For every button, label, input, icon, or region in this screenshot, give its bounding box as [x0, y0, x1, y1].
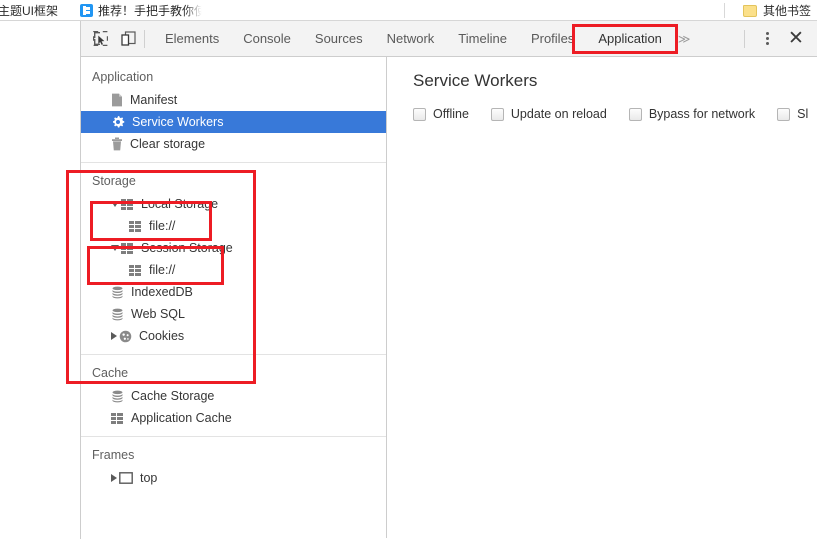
other-bookmarks-button[interactable]: 其他书签: [733, 0, 811, 21]
devtools-window: Elements Console Sources Network Timelin…: [80, 21, 817, 539]
close-icon[interactable]: ✕: [783, 26, 809, 52]
grid-icon: [121, 242, 134, 254]
database-icon: [111, 308, 124, 321]
sidebar-section-title-application: Application: [92, 70, 154, 84]
chevron-down-icon[interactable]: [111, 245, 119, 251]
sidebar-item-session-storage[interactable]: Session Storage: [81, 237, 386, 259]
browser-bookmarks-bar: 主题UI框架 推荐！手把手教你使 其他书签: [0, 0, 817, 21]
sidebar-item-label: Manifest: [130, 93, 178, 107]
option-label: Bypass for network: [648, 107, 756, 121]
option-label: Update on reload: [510, 107, 607, 121]
toolbar-icon-group: [81, 21, 153, 56]
tab-timeline[interactable]: Timeline: [446, 21, 519, 56]
tab-application[interactable]: Application: [586, 21, 674, 56]
cookie-icon: [119, 330, 132, 343]
database-icon: [111, 390, 124, 403]
other-bookmarks-label: 其他书签: [762, 4, 811, 18]
service-worker-options: Offline Update on reload Bypass for netw…: [413, 107, 817, 121]
sidebar-divider: [81, 436, 386, 437]
service-workers-panel: Service Workers Offline Update on reload…: [387, 57, 817, 538]
devtools-tab-strip: Elements Console Sources Network Timelin…: [153, 21, 740, 56]
sidebar-item-label: Clear storage: [130, 137, 206, 151]
device-toolbar-icon[interactable]: [114, 25, 142, 53]
sidebar-item-label: Cache Storage: [131, 389, 215, 403]
sidebar-item-session-storage-origin[interactable]: file://: [81, 259, 386, 281]
sidebar-item-manifest[interactable]: Manifest: [81, 89, 386, 111]
grid-icon: [111, 412, 124, 424]
sidebar-item-cookies[interactable]: Cookies: [81, 325, 386, 347]
trash-icon: [111, 137, 123, 151]
devtools-toolbar: Elements Console Sources Network Timelin…: [81, 21, 817, 57]
option-label: Sl: [797, 107, 809, 121]
tab-profiles[interactable]: Profiles: [519, 21, 586, 56]
chevron-down-icon[interactable]: [111, 201, 119, 207]
tab-network[interactable]: Network: [375, 21, 447, 56]
page-title: Service Workers: [413, 71, 538, 90]
option-show-all[interactable]: Sl: [777, 107, 808, 121]
toolbar-divider: [144, 29, 145, 48]
sidebar-item-label: file://: [149, 263, 176, 277]
tab-elements[interactable]: Elements: [153, 21, 231, 56]
document-icon: [111, 93, 123, 107]
frame-icon: [119, 472, 133, 484]
bookmark-item-0[interactable]: 主题UI框架: [0, 0, 62, 20]
option-offline[interactable]: Offline: [413, 107, 469, 121]
sidebar-item-label: Local Storage: [141, 197, 219, 211]
option-update-on-reload[interactable]: Update on reload: [490, 107, 607, 121]
chevron-right-icon[interactable]: [111, 332, 117, 340]
sidebar-item-local-storage[interactable]: Local Storage: [81, 193, 386, 215]
sidebar-item-label: IndexedDB: [131, 285, 193, 299]
tab-console[interactable]: Console: [231, 21, 303, 56]
grid-icon: [129, 220, 142, 232]
sidebar-divider: [81, 162, 386, 163]
update-on-reload-checkbox[interactable]: [490, 107, 504, 121]
toolbar-right-group: ✕: [740, 21, 817, 56]
sidebar-item-label: Session Storage: [141, 241, 233, 255]
sidebar-item-frame-top[interactable]: top: [81, 467, 386, 489]
kebab-menu-icon[interactable]: [757, 28, 777, 50]
application-sidebar: Application Manifest Service Workers Cle…: [81, 57, 387, 538]
bookmarks-separator: [724, 3, 725, 18]
devtools-body: Application Manifest Service Workers Cle…: [81, 57, 817, 538]
sidebar-item-label: top: [140, 471, 158, 485]
offline-checkbox[interactable]: [413, 107, 426, 121]
database-icon: [111, 286, 124, 299]
sidebar-item-label: Application Cache: [131, 411, 232, 425]
grid-icon: [121, 198, 134, 210]
gear-icon: [111, 115, 125, 129]
sidebar-item-label: Cookies: [139, 329, 185, 343]
chevron-right-icon[interactable]: [111, 474, 117, 482]
sidebar-item-service-workers[interactable]: Service Workers: [81, 111, 386, 133]
sidebar-item-label: Service Workers: [132, 115, 224, 129]
sidebar-item-application-cache[interactable]: Application Cache: [81, 407, 386, 429]
sidebar-item-web-sql[interactable]: Web SQL: [81, 303, 386, 325]
tab-overflow-chevron-icon[interactable]: ≫: [674, 21, 693, 56]
bypass-for-network-checkbox[interactable]: [628, 107, 642, 121]
sidebar-divider: [81, 354, 386, 355]
sidebar-item-label: Web SQL: [131, 307, 185, 321]
bookmark-label: 主题UI框架: [0, 3, 59, 18]
folder-icon: [742, 4, 757, 17]
sidebar-item-cache-storage[interactable]: Cache Storage: [81, 385, 386, 407]
sidebar-item-local-storage-origin[interactable]: file://: [81, 215, 386, 237]
bookmark-fade-mask: [185, 1, 207, 20]
sidebar-section-title-cache: Cache: [92, 366, 129, 380]
inspect-element-icon[interactable]: [86, 25, 114, 53]
sidebar-item-indexeddb[interactable]: IndexedDB: [81, 281, 386, 303]
toolbar-divider-right: [744, 29, 745, 48]
option-bypass-for-network[interactable]: Bypass for network: [628, 107, 756, 121]
sidebar-section-title-storage: Storage: [92, 174, 136, 188]
sidebar-section-title-frames: Frames: [92, 448, 135, 462]
show-all-checkbox[interactable]: [777, 107, 791, 121]
bilibili-icon: [80, 3, 94, 17]
sidebar-item-label: file://: [149, 219, 176, 233]
grid-icon: [129, 264, 142, 276]
sidebar-item-clear-storage[interactable]: Clear storage: [81, 133, 386, 155]
option-label: Offline: [433, 107, 469, 121]
tab-sources[interactable]: Sources: [303, 21, 375, 56]
